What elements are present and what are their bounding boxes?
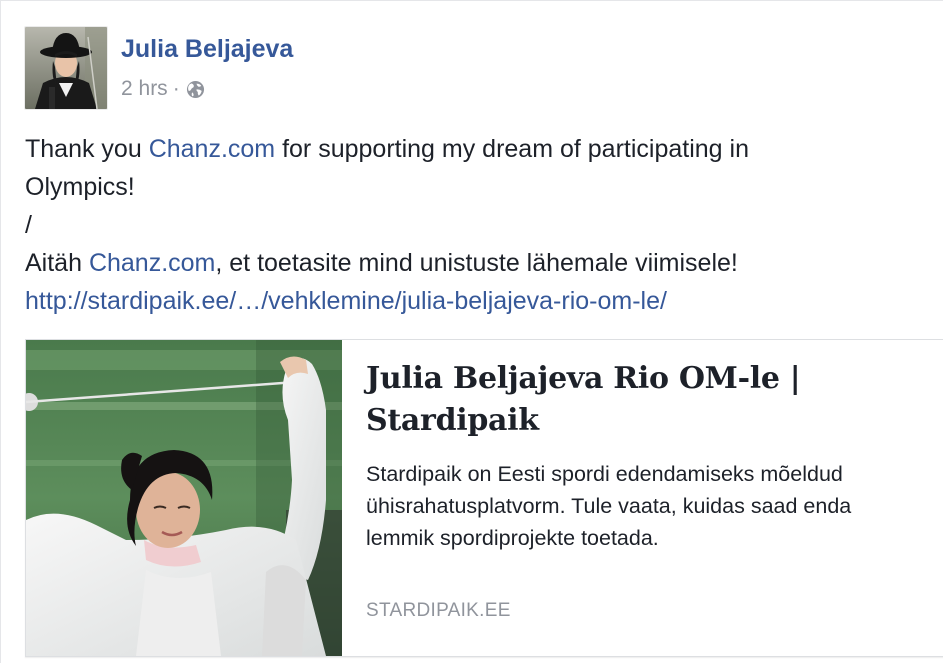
text-segment: Aitäh <box>25 249 89 277</box>
preview-image[interactable] <box>26 340 342 656</box>
chanz-link[interactable]: Chanz.com <box>89 249 215 277</box>
preview-description-line: ühisrahatusplatvorm. Tule vaata, kuidas … <box>366 494 852 518</box>
post-meta: 2 hrs · <box>121 77 205 101</box>
preview-description: Stardipaik on Eesti spordi edendamiseks … <box>366 458 926 554</box>
text-segment: , et toetasite mind unistuste lähemale v… <box>215 249 738 277</box>
preview-description-line: Stardipaik on Eesti spordi edendamiseks … <box>366 462 843 486</box>
preview-body: Julia Beljajeva Rio OM-le | Stardipaik S… <box>366 358 936 648</box>
post-text: Thank you Chanz.com for supporting my dr… <box>25 130 925 320</box>
preview-title-line: Julia Beljajeva Rio OM-le | <box>366 361 801 396</box>
post-text-line: Thank you Chanz.com for supporting my dr… <box>25 130 925 168</box>
preview-title[interactable]: Julia Beljajeva Rio OM-le | Stardipaik <box>366 358 936 442</box>
text-segment: Thank you <box>25 135 149 163</box>
author-name[interactable]: Julia Beljajeva <box>121 35 293 64</box>
chanz-link[interactable]: Chanz.com <box>149 135 275 163</box>
post-text-line: Olympics! <box>25 173 135 201</box>
preview-description-line: lemmik spordiprojekte toetada. <box>366 526 659 550</box>
globe-icon[interactable] <box>186 80 205 99</box>
avatar[interactable] <box>25 27 107 109</box>
post-text-line: Aitäh Chanz.com, et toetasite mind unist… <box>25 244 925 282</box>
meta-separator: · <box>172 77 180 100</box>
preview-domain: STARDIPAIK.EE <box>366 600 511 621</box>
post-text-line: http://stardipaik.ee/…/vehklemine/julia-… <box>25 282 925 320</box>
stardipaik-url-link[interactable]: http://stardipaik.ee/…/vehklemine/julia-… <box>25 287 667 315</box>
text-segment: for supporting my dream of participating… <box>275 135 749 163</box>
avatar-photo <box>25 27 107 109</box>
post-card: Julia Beljajeva 2 hrs · Thank you Chanz.… <box>0 0 943 663</box>
post-text-line: / <box>25 211 32 239</box>
post-header: Julia Beljajeva 2 hrs · <box>25 27 625 109</box>
link-preview-card[interactable]: Julia Beljajeva Rio OM-le | Stardipaik S… <box>25 339 943 657</box>
preview-title-line: Stardipaik <box>366 403 539 438</box>
post-timestamp[interactable]: 2 hrs <box>121 77 168 101</box>
